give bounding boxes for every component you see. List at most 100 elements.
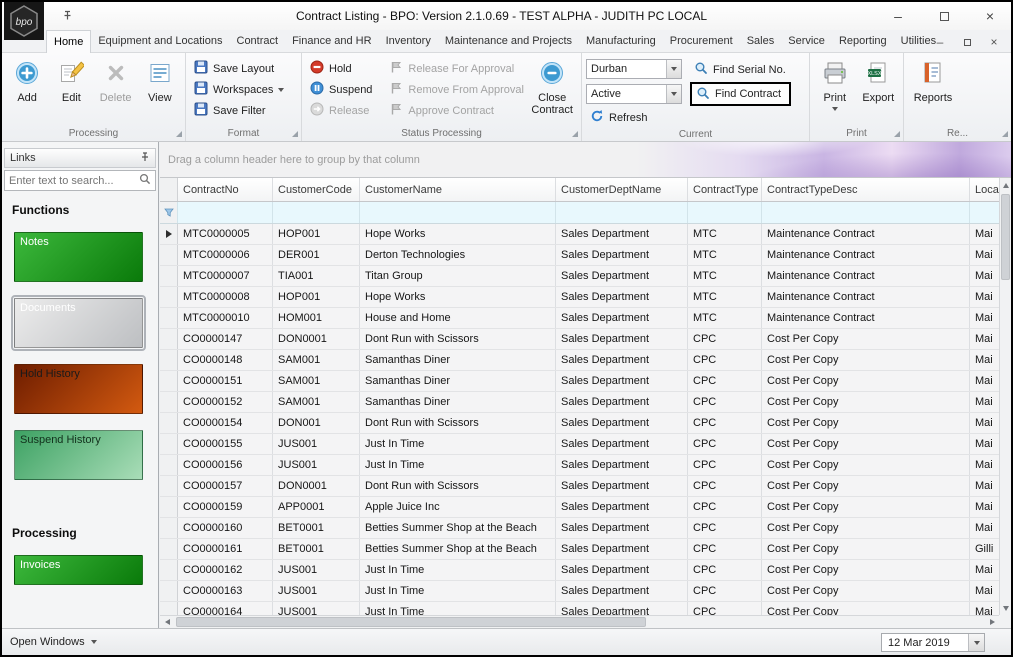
save-filter-button[interactable]: Save Filter [190,100,288,121]
search-icon[interactable] [139,173,151,188]
table-row[interactable]: CO0000161BET0001Betties Summer Shop at t… [160,539,999,560]
table-row[interactable]: CO0000162JUS001Just In TimeSales Departm… [160,560,999,581]
child-restore-button[interactable] [960,35,974,49]
column-header-location[interactable]: Location [970,178,999,201]
sidebar-button-hold-history[interactable]: Hold History [14,364,143,414]
tab-home[interactable]: Home [46,30,91,53]
table-row[interactable]: CO0000160BET0001Betties Summer Shop at t… [160,518,999,539]
column-header-customerdeptname[interactable]: CustomerDeptName [556,178,688,201]
tab-manufacturing[interactable]: Manufacturing [579,30,663,53]
find-contract-button[interactable]: Find Contract [690,82,791,106]
dialog-launcher-icon[interactable] [292,131,298,137]
column-header-contracttype[interactable]: ContractType [688,178,762,201]
column-header-customername[interactable]: CustomerName [360,178,556,201]
export-button[interactable]: XLSX Export [858,55,900,125]
release-button[interactable]: Release [306,100,385,121]
filter-cell-location[interactable] [970,202,999,223]
bpo-logo[interactable]: bpo [4,2,44,40]
tab-reporting[interactable]: Reporting [832,30,894,53]
status-select-arrow[interactable] [666,85,681,103]
child-minimize-button[interactable]: – [933,35,947,49]
window-minimize-button[interactable]: – [883,6,913,26]
tab-finance-and-hr[interactable]: Finance and HR [285,30,379,53]
tab-procurement[interactable]: Procurement [663,30,740,53]
filter-cell-customername[interactable] [360,202,556,223]
delete-button[interactable]: Delete [95,55,137,125]
view-button[interactable]: View [139,55,181,125]
sidebar-button-documents[interactable]: Documents [14,298,143,348]
table-row[interactable]: CO0000159APP0001Apple Juice IncSales Dep… [160,497,999,518]
table-row[interactable]: CO0000152SAM001Samanthas DinerSales Depa… [160,392,999,413]
column-header-contractno[interactable]: ContractNo [178,178,273,201]
open-windows-button[interactable]: Open Windows [10,636,97,648]
table-row[interactable]: CO0000156JUS001Just In TimeSales Departm… [160,455,999,476]
table-row[interactable]: CO0000151SAM001Samanthas DinerSales Depa… [160,371,999,392]
date-picker[interactable]: 12 Mar 2019 [881,633,985,652]
window-maximize-button[interactable] [929,6,959,26]
approve-contract-button[interactable]: Approve Contract [385,100,527,121]
print-button[interactable]: Print [814,55,856,125]
dialog-launcher-icon[interactable] [572,131,578,137]
table-row[interactable]: CO0000163JUS001Just In TimeSales Departm… [160,581,999,602]
sidebar-button-notes[interactable]: Notes [14,232,143,282]
close-contract-button[interactable]: Close Contract [527,55,577,125]
table-row[interactable]: MTC0000007TIA001Titan GroupSales Departm… [160,266,999,287]
add-button[interactable]: Add [6,55,48,125]
dialog-launcher-icon[interactable] [1002,131,1008,137]
horizontal-scroll-thumb[interactable] [176,617,646,627]
remove-from-approval-button[interactable]: Remove From Approval [385,79,527,100]
table-row[interactable]: CO0000147DON0001Dont Run with ScissorsSa… [160,329,999,350]
sidebar-search-input[interactable] [9,175,139,187]
horizontal-scrollbar[interactable] [160,615,999,628]
table-row[interactable]: CO0000154DON001Dont Run with ScissorsSal… [160,413,999,434]
hold-button[interactable]: Hold [306,58,385,79]
find-serial-button[interactable]: Find Serial No. [690,59,791,80]
scroll-left-button[interactable] [160,616,174,628]
reports-button[interactable]: Reports [908,55,958,125]
date-picker-arrow[interactable] [968,634,984,651]
release-for-approval-button[interactable]: Release For Approval [385,58,527,79]
table-row[interactable]: CO0000157DON0001Dont Run with ScissorsSa… [160,476,999,497]
pin-icon[interactable] [140,152,150,165]
tab-contract[interactable]: Contract [230,30,286,53]
vertical-scrollbar[interactable] [999,178,1011,615]
child-close-button[interactable]: × [987,35,1001,49]
tab-inventory[interactable]: Inventory [379,30,438,53]
tab-sales[interactable]: Sales [740,30,782,53]
table-row[interactable]: MTC0000008HOP001Hope WorksSales Departme… [160,287,999,308]
sidebar-button-suspend-history[interactable]: Suspend History [14,430,143,480]
filter-cell-customercode[interactable] [273,202,360,223]
branch-select[interactable]: Durban [586,59,682,79]
tab-maintenance-and-projects[interactable]: Maintenance and Projects [438,30,579,53]
links-panel-header[interactable]: Links [4,148,156,168]
scroll-up-button[interactable] [1000,178,1011,192]
dialog-launcher-icon[interactable] [176,131,182,137]
table-row[interactable]: MTC0000006DER001Derton TechnologiesSales… [160,245,999,266]
filter-cell-customerdeptname[interactable] [556,202,688,223]
filter-cell-contractno[interactable] [178,202,273,223]
filter-cell-contracttype[interactable] [688,202,762,223]
window-close-button[interactable]: × [975,6,1005,26]
filter-cell-contracttypedesc[interactable] [762,202,970,223]
workspaces-button[interactable]: Workspaces [190,79,288,100]
group-by-panel[interactable]: Drag a column header here to group by th… [160,142,1011,178]
quick-access-pin-icon[interactable] [62,10,73,24]
scroll-right-button[interactable] [985,616,999,628]
suspend-button[interactable]: Suspend [306,79,385,100]
edit-button[interactable]: Edit [50,55,92,125]
save-layout-button[interactable]: Save Layout [190,58,288,79]
table-row[interactable]: CO0000164JUS001Just In TimeSales Departm… [160,602,999,615]
status-select[interactable]: Active [586,84,682,104]
vertical-scroll-thumb[interactable] [1001,194,1010,280]
tab-service[interactable]: Service [781,30,832,53]
vertical-scroll-track[interactable] [1000,192,1011,601]
branch-select-arrow[interactable] [666,60,681,78]
table-row[interactable]: MTC0000010HOM001House and HomeSales Depa… [160,308,999,329]
sidebar-button-invoices[interactable]: Invoices [14,555,143,585]
table-row[interactable]: CO0000155JUS001Just In TimeSales Departm… [160,434,999,455]
column-header-customercode[interactable]: CustomerCode [273,178,360,201]
refresh-button[interactable]: Refresh [586,107,690,128]
scroll-down-button[interactable] [1000,601,1011,615]
table-row[interactable]: MTC0000005HOP001Hope WorksSales Departme… [160,224,999,245]
tab-equipment-and-locations[interactable]: Equipment and Locations [91,30,229,53]
